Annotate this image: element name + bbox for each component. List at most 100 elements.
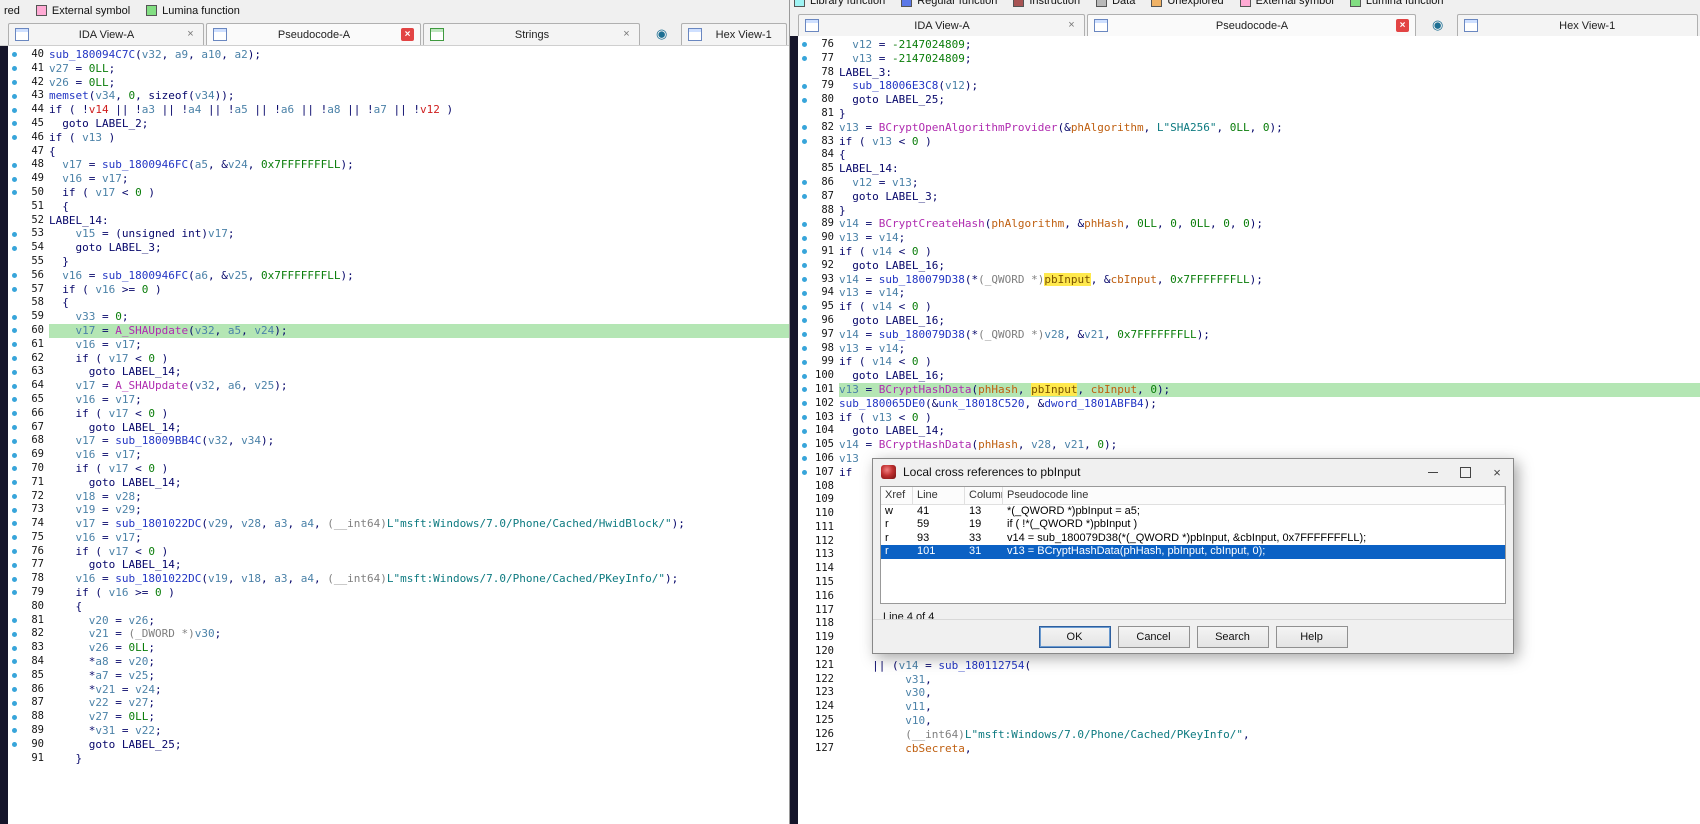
token-f[interactable]: memset — [49, 89, 89, 102]
code-line-79[interactable]: 79 sub_18006E3C8(v12); — [798, 79, 1700, 93]
token-v[interactable]: v25 — [228, 269, 248, 282]
token-v[interactable]: v20 — [89, 614, 109, 627]
token-v[interactable]: a6 — [228, 379, 241, 392]
pseudocode-view[interactable]: 40sub_180094C7C(v32, a9, a10, a2);41v27 … — [0, 46, 789, 824]
token-v[interactable]: v17 — [76, 517, 96, 530]
code-line-48[interactable]: 48 v17 = sub_1800946FC(a5, &v24, 0x7FFFF… — [8, 158, 789, 172]
xref-row[interactable]: r5919if ( !*(_QWORD *)pbInput ) — [881, 518, 1505, 531]
token-v[interactable]: v28 — [1031, 438, 1051, 451]
token-v[interactable]: v13 — [839, 286, 859, 299]
token-v[interactable]: v29 — [208, 517, 228, 530]
token-v[interactable]: v14 — [899, 659, 919, 672]
token-o[interactable]: cbSecreta — [905, 742, 965, 755]
token-f[interactable]: sub_180112754 — [938, 659, 1024, 672]
code-line-92[interactable]: 92 goto LABEL_16; — [798, 259, 1700, 273]
token-v[interactable]: v14 — [839, 328, 859, 341]
token-v[interactable]: a9 — [175, 48, 188, 61]
token-v[interactable]: v32 — [142, 48, 162, 61]
token-o[interactable]: cbInput — [1091, 383, 1137, 396]
code-line-55[interactable]: 55 } — [8, 255, 789, 269]
close-icon[interactable]: × — [1065, 19, 1078, 32]
code-line-127[interactable]: 127 cbSecreta, — [798, 742, 1700, 756]
token-v[interactable]: a5 — [228, 324, 241, 337]
token-v[interactable]: v18 — [241, 572, 261, 585]
token-v[interactable]: v32 — [195, 324, 215, 337]
token-v[interactable]: v28 — [1044, 328, 1064, 341]
token-v[interactable]: a4 — [301, 517, 314, 530]
code-line-50[interactable]: 50 if ( v17 < 0 ) — [8, 186, 789, 200]
token-v[interactable]: v32 — [208, 434, 228, 447]
code-line-68[interactable]: 68 v17 = sub_18009BB4C(v32, v34); — [8, 434, 789, 448]
token-f[interactable]: sub_180079D38 — [879, 328, 965, 341]
token-v[interactable]: v11 — [905, 700, 925, 713]
token-v[interactable]: a3 — [142, 103, 155, 116]
token-v[interactable]: v18 — [76, 490, 96, 503]
token-v[interactable]: v27 — [129, 696, 149, 709]
token-v[interactable]: v16 — [62, 269, 82, 282]
token-o[interactable]: phHash — [978, 438, 1018, 451]
column-header-column[interactable]: Column — [965, 487, 1003, 504]
close-icon[interactable]: × — [401, 28, 414, 41]
token-v[interactable]: a8 — [95, 655, 108, 668]
token-v[interactable]: v14 — [872, 245, 892, 258]
column-header-line[interactable]: Line — [913, 487, 965, 504]
code-line-105[interactable]: 105v14 = BCryptHashData(phHash, v28, v21… — [798, 438, 1700, 452]
code-line-96[interactable]: 96 goto LABEL_16; — [798, 314, 1700, 328]
token-v[interactable]: v16 — [76, 338, 96, 351]
code-line-81[interactable]: 81} — [798, 107, 1700, 121]
token-f[interactable]: dword_1801ABFB4 — [1044, 397, 1143, 410]
token-i[interactable]: A_SHAUpdate — [115, 324, 188, 337]
tab-strings[interactable]: Strings× — [423, 23, 640, 45]
token-i[interactable]: A_SHAUpdate — [115, 379, 188, 392]
dialog-titlebar[interactable]: Local cross references to pbInput × — [873, 459, 1513, 485]
code-line-93[interactable]: 93v14 = sub_180079D38(*(_QWORD *)pbInput… — [798, 273, 1700, 287]
token-v[interactable]: v12 — [852, 38, 872, 51]
code-line-65[interactable]: 65 v16 = v17; — [8, 393, 789, 407]
eye-icon[interactable]: ◉ — [1432, 18, 1443, 31]
token-v[interactable]: v13 — [872, 411, 892, 424]
token-v[interactable]: v16 — [109, 586, 129, 599]
token-f[interactable]: unk_18018C520 — [938, 397, 1024, 410]
code-line-124[interactable]: 124 v11, — [798, 700, 1700, 714]
code-line-67[interactable]: 67 goto LABEL_14; — [8, 421, 789, 435]
token-v[interactable]: v17 — [115, 338, 135, 351]
code-line-76[interactable]: 76 v12 = -2147024809; — [798, 38, 1700, 52]
token-v[interactable]: v17 — [76, 379, 96, 392]
token-v[interactable]: v13 — [839, 121, 859, 134]
code-line-40[interactable]: 40sub_180094C7C(v32, a9, a10, a2); — [8, 48, 789, 62]
token-v[interactable]: v26 — [129, 614, 149, 627]
search-button[interactable]: Search — [1197, 626, 1269, 648]
token-v[interactable]: a4 — [188, 103, 201, 116]
token-o[interactable]: phHash — [978, 383, 1018, 396]
token-v[interactable]: v19 — [76, 503, 96, 516]
code-line-44[interactable]: 44if ( !v14 || !a3 || !a4 || !a5 || !a6 … — [8, 103, 789, 117]
token-v[interactable]: v15 — [76, 227, 96, 240]
code-line-85[interactable]: 85LABEL_14: — [798, 162, 1700, 176]
code-line-70[interactable]: 70 if ( v17 < 0 ) — [8, 462, 789, 476]
token-v[interactable]: v17 — [109, 352, 129, 365]
token-oy[interactable]: pbInput — [1044, 273, 1090, 286]
close-icon[interactable]: × — [1481, 460, 1513, 484]
token-v[interactable]: v14 — [839, 273, 859, 286]
code-line-82[interactable]: 82 v21 = (_DWORD *)v30; — [8, 627, 789, 641]
code-line-75[interactable]: 75 v16 = v17; — [8, 531, 789, 545]
tab-pseudocode-a[interactable]: Pseudocode-A× — [206, 23, 421, 45]
minimize-icon[interactable] — [1417, 460, 1449, 484]
token-o[interactable]: cbInput — [1111, 273, 1157, 286]
code-line-72[interactable]: 72 v18 = v28; — [8, 490, 789, 504]
token-v[interactable]: v13 — [839, 231, 859, 244]
code-line-76[interactable]: 76 if ( v17 < 0 ) — [8, 545, 789, 559]
token-v[interactable]: v10 — [905, 714, 925, 727]
token-v[interactable]: v21 — [89, 627, 109, 640]
token-v[interactable]: v17 — [115, 448, 135, 461]
token-v[interactable]: v25 — [128, 669, 148, 682]
code-line-59[interactable]: 59 v33 = 0; — [8, 310, 789, 324]
token-v[interactable]: v20 — [128, 655, 148, 668]
token-v[interactable]: v12 — [945, 79, 965, 92]
code-line-69[interactable]: 69 v16 = v17; — [8, 448, 789, 462]
code-line-94[interactable]: 94v13 = v14; — [798, 286, 1700, 300]
close-icon[interactable]: × — [184, 28, 197, 41]
code-line-56[interactable]: 56 v16 = sub_1800946FC(a6, &v25, 0x7FFFF… — [8, 269, 789, 283]
token-s[interactable]: L"msft:Windows/7.0/Phone/Cached/PKeyInfo… — [387, 572, 665, 585]
code-line-79[interactable]: 79 if ( v16 >= 0 ) — [8, 586, 789, 600]
